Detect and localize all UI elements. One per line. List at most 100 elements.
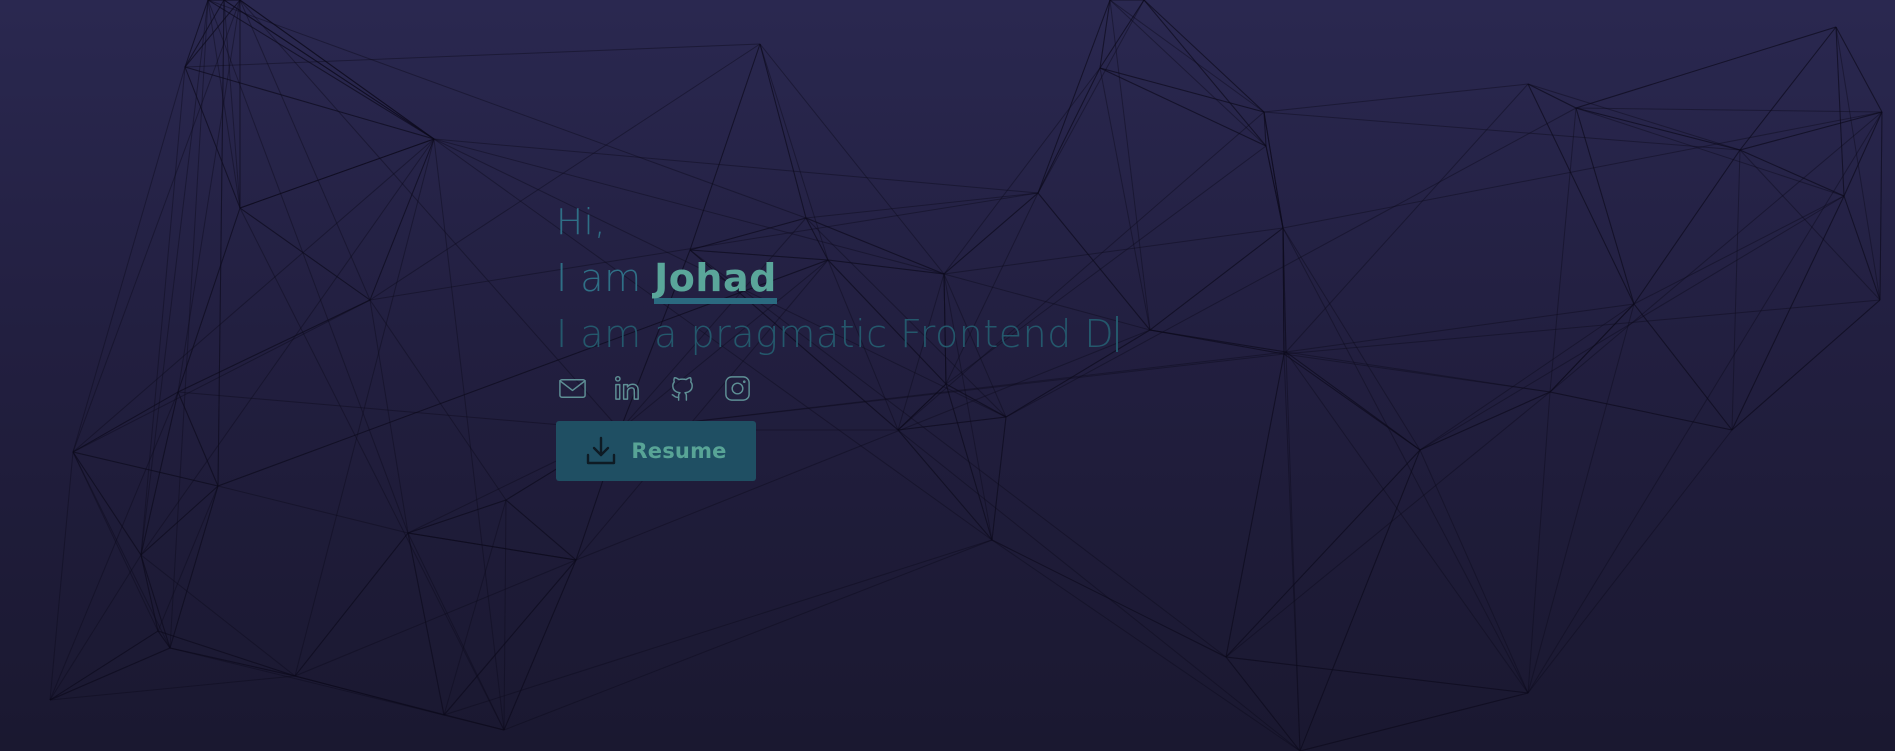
- network-line: [1575, 107, 1845, 197]
- network-line: [1285, 351, 1529, 694]
- network-line: [443, 714, 505, 731]
- network-line: [1225, 353, 1285, 658]
- instagram-icon: [725, 376, 750, 401]
- network-line: [759, 43, 807, 219]
- network-line: [239, 0, 371, 301]
- network-line: [1283, 299, 1881, 355]
- network-line: [157, 630, 296, 677]
- network-line: [169, 647, 445, 716]
- network-line: [140, 66, 186, 556]
- network-line: [177, 207, 241, 393]
- network-line: [140, 554, 171, 649]
- network-line: [443, 499, 507, 716]
- network-line: [294, 532, 409, 677]
- network-line: [1263, 83, 1529, 113]
- intro-line: I am Johad: [556, 250, 1118, 306]
- network-line: [1225, 449, 1421, 658]
- network-line: [49, 630, 159, 701]
- network-line: [1549, 107, 1577, 393]
- network-line: [1285, 83, 1529, 353]
- network-line: [407, 532, 445, 716]
- network-line: [1739, 26, 1837, 151]
- network-line: [1843, 195, 1881, 301]
- network-line: [1731, 195, 1845, 431]
- network-line: [1549, 391, 1733, 431]
- typing-tagline: I am a pragmatic Frontend D: [556, 306, 1119, 362]
- network-line: [72, 391, 179, 453]
- network-line: [140, 485, 219, 556]
- network-line: [1265, 145, 1284, 229]
- network-line: [433, 138, 505, 731]
- network-line: [407, 532, 577, 561]
- intro-prefix: I am: [556, 256, 655, 300]
- linkedin-link[interactable]: [611, 372, 644, 405]
- network-line: [239, 207, 505, 731]
- name-highlight: Johad: [654, 258, 777, 304]
- network-line: [1843, 111, 1883, 197]
- network-line: [169, 485, 219, 649]
- network-line: [1037, 0, 1111, 194]
- network-line: [217, 485, 409, 534]
- network-line: [1549, 303, 1635, 393]
- network-line: [49, 391, 179, 701]
- github-link[interactable]: [666, 372, 699, 405]
- network-line: [1037, 67, 1101, 194]
- network-line: [369, 138, 435, 301]
- network-line: [1282, 227, 1529, 694]
- download-icon: [587, 436, 616, 465]
- network-line: [1109, 0, 1267, 147]
- typing-cursor: [1116, 316, 1119, 352]
- resume-label: Resume: [631, 439, 727, 463]
- network-line: [1149, 329, 1287, 353]
- network-line: [157, 485, 219, 632]
- network-line: [72, 451, 219, 487]
- network-line: [1419, 391, 1551, 451]
- network-line: [369, 299, 507, 501]
- network-line: [223, 0, 435, 140]
- network-line: [1527, 303, 1635, 694]
- network-line: [1527, 111, 1883, 694]
- network-line: [1143, 0, 1265, 113]
- network-line: [223, 0, 241, 209]
- social-links: [556, 372, 1118, 405]
- network-line: [991, 539, 1301, 751]
- network-line: [239, 0, 435, 140]
- network-line: [1099, 67, 1267, 147]
- network-line: [1225, 656, 1529, 694]
- network-line: [1283, 353, 1551, 393]
- network-line: [1879, 111, 1883, 301]
- network-line: [433, 138, 1039, 194]
- network-line: [443, 539, 993, 716]
- network-line: [407, 499, 507, 534]
- network-line: [1299, 449, 1421, 751]
- network-line: [184, 43, 761, 68]
- network-line: [1527, 83, 1635, 305]
- network-line: [184, 66, 241, 209]
- network-line: [72, 66, 186, 453]
- network-line: [1575, 107, 1635, 305]
- network-line: [1285, 303, 1635, 353]
- network-line: [1099, 67, 1265, 113]
- mail-icon: [559, 379, 586, 398]
- hero-section: Hi, I am Johad I am a pragmatic Frontend…: [556, 196, 1119, 481]
- network-line: [1283, 353, 1421, 451]
- network-line: [1282, 227, 1421, 451]
- network-line: [140, 0, 209, 556]
- resume-download-button[interactable]: Resume: [556, 421, 756, 481]
- network-line: [991, 539, 1227, 658]
- network-line: [72, 451, 142, 556]
- network-line: [1299, 692, 1529, 751]
- network-line: [443, 559, 577, 716]
- instagram-link[interactable]: [721, 372, 754, 405]
- network-line: [1285, 351, 1301, 751]
- network-line: [1575, 107, 1883, 113]
- network-line: [49, 451, 74, 701]
- tagline-text: I am a pragmatic Frontend D: [556, 312, 1115, 356]
- network-line: [207, 0, 807, 219]
- network-line: [177, 299, 371, 393]
- network-line: [1225, 656, 1301, 751]
- network-line: [72, 451, 171, 649]
- network-line: [294, 138, 435, 677]
- network-line: [49, 554, 142, 701]
- email-link[interactable]: [556, 372, 589, 405]
